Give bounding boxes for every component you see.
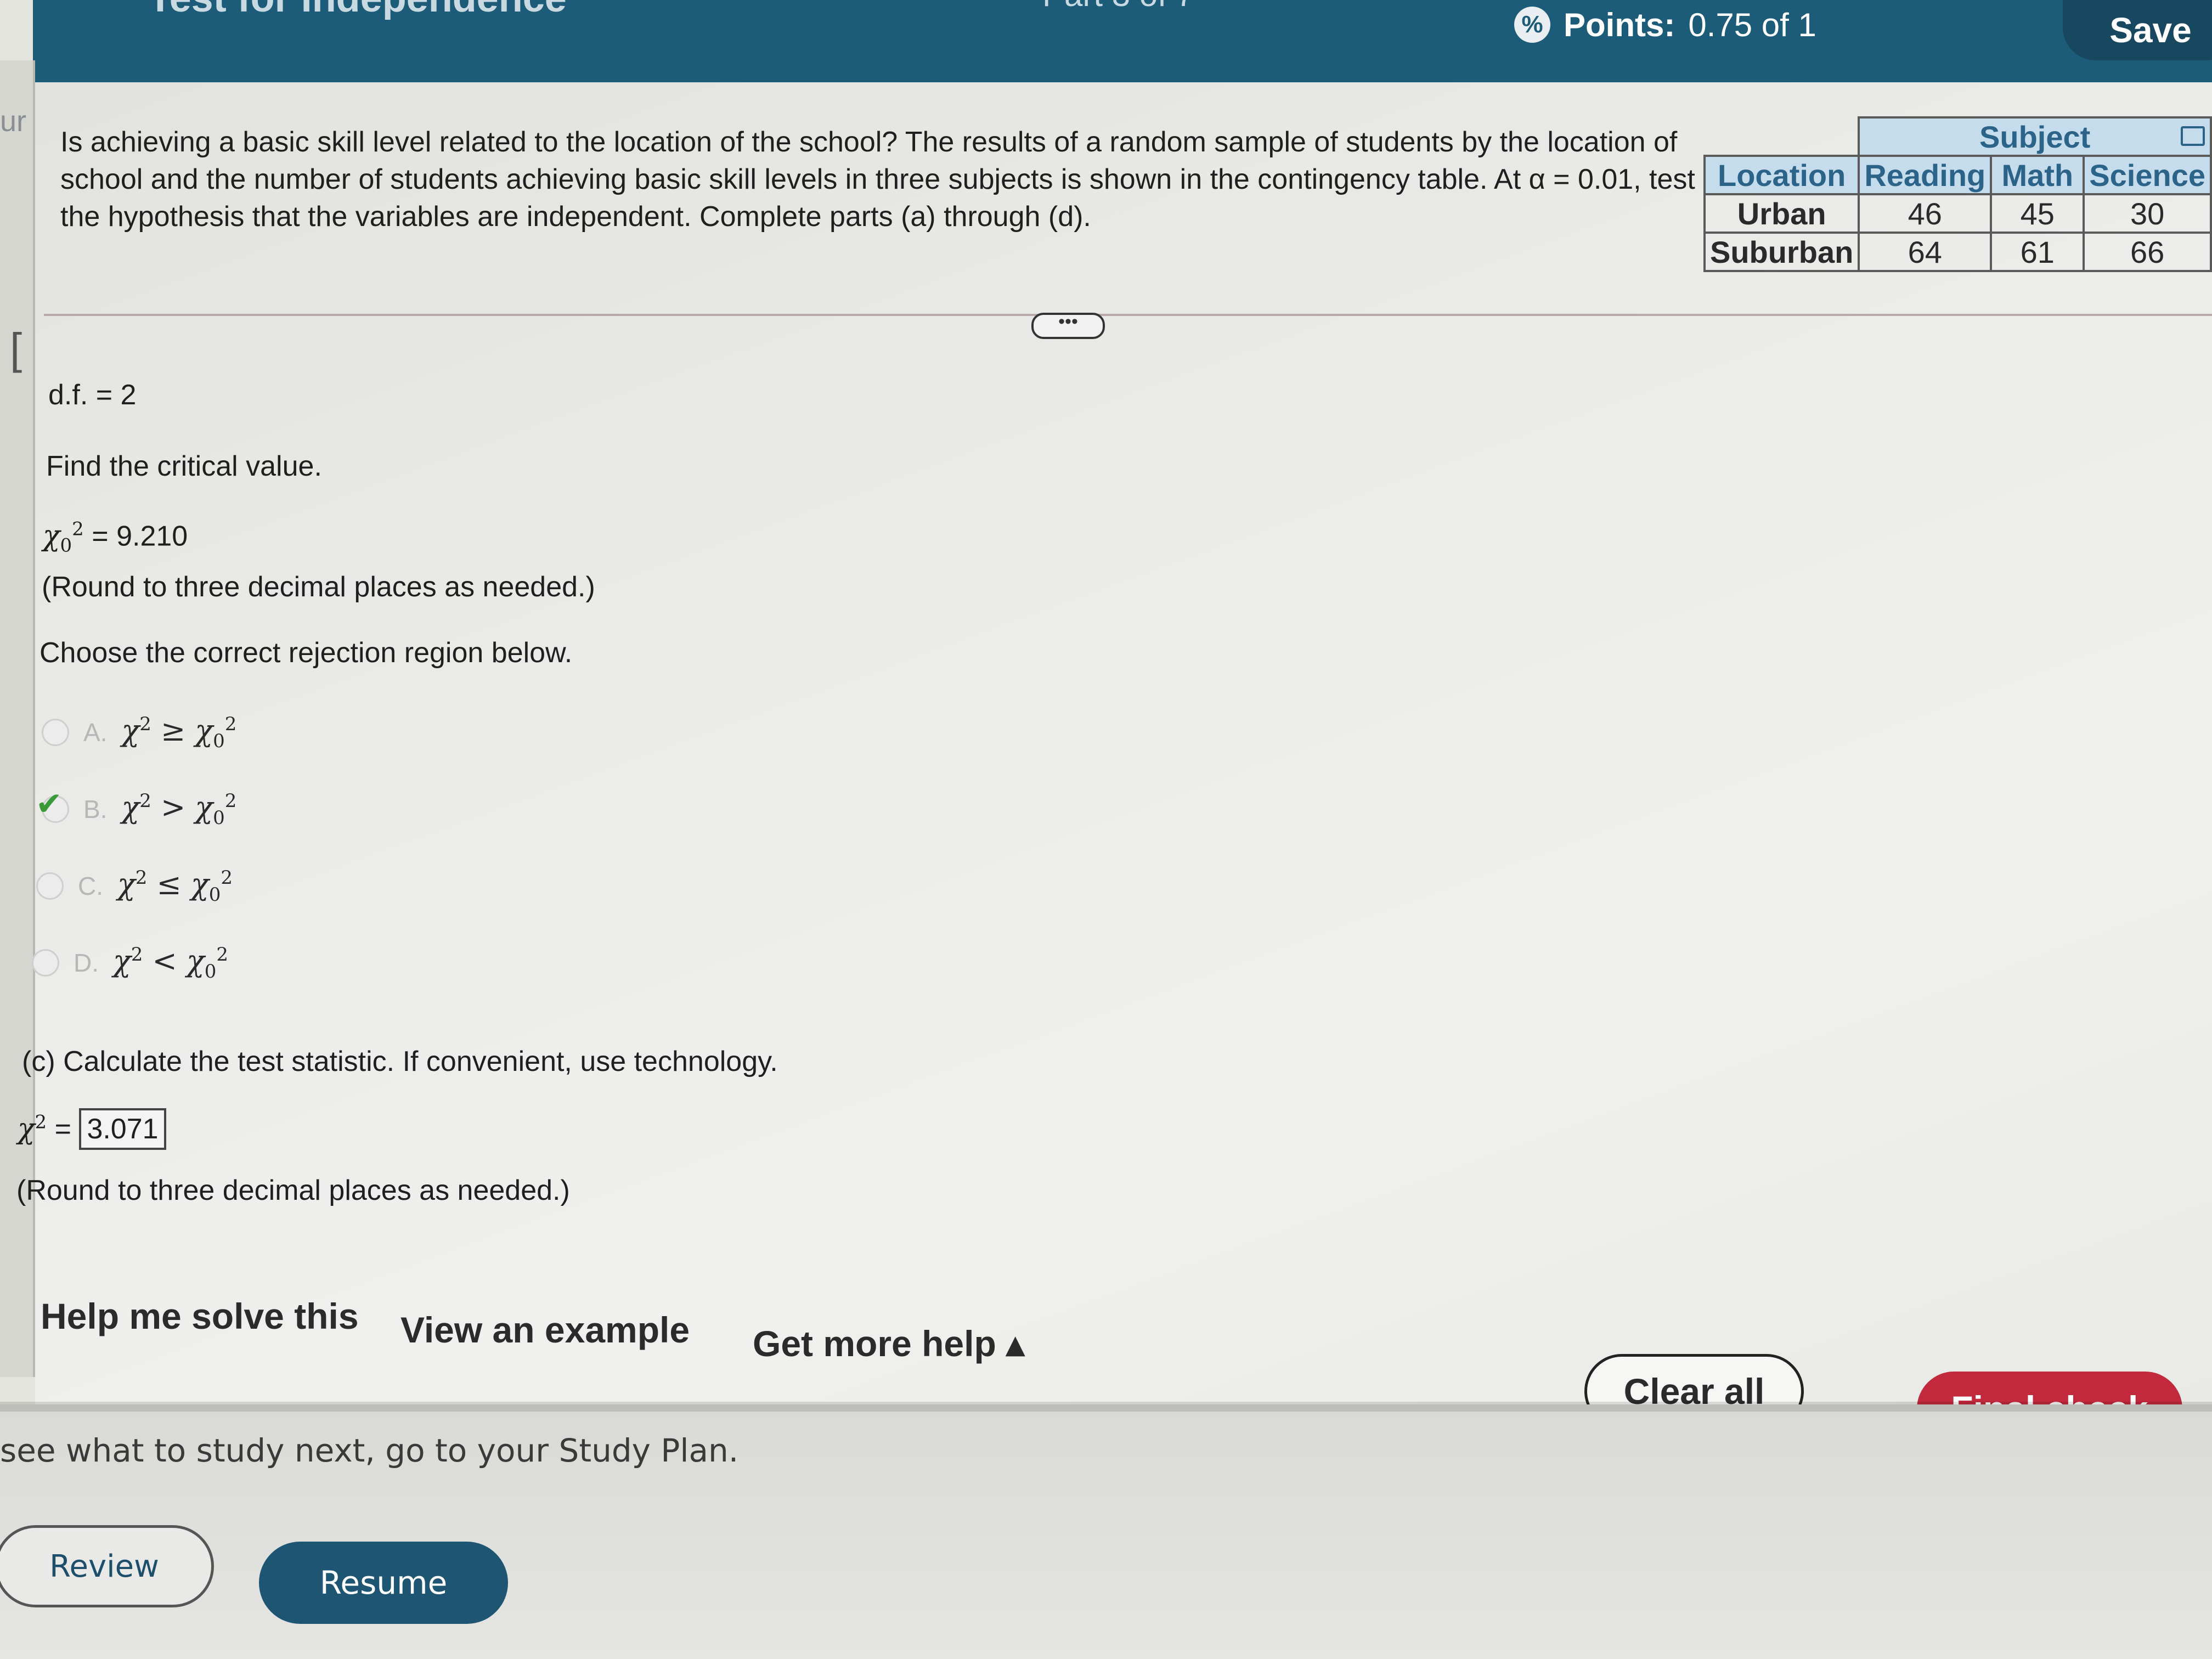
question-panel (35, 82, 2212, 1415)
part-indicator: Part 3 of 7 (1042, 0, 1194, 14)
rejection-prompt: Choose the correct rejection region belo… (40, 637, 573, 669)
chi-square-critical-symbol: χ02 (43, 518, 84, 557)
option-a-relation: ≥ (161, 713, 186, 748)
panel-shadow (0, 1402, 2212, 1412)
option-d-expression: χ2 < χ02 (113, 944, 228, 983)
option-c-expression: χ2 ≤ χ02 (117, 867, 233, 906)
save-button[interactable]: Save (2063, 0, 2212, 60)
option-c-letter: C. (78, 872, 103, 901)
contingency-table: Subject Location Reading Math Science Ur… (1703, 116, 2212, 272)
option-a-expression: χ2 ≥ χ02 (121, 713, 237, 752)
table-corner (1705, 117, 1859, 156)
critical-prompt: Find the critical value. (46, 450, 322, 482)
option-b-expression: χ2 > χ02 (121, 790, 237, 829)
get-more-help-link[interactable]: Get more help ▴ (749, 1322, 1028, 1365)
option-b-letter: B. (83, 795, 108, 824)
top-header-bar: Test for Independence Part 3 of 7 % Poin… (33, 0, 2212, 82)
equals-sign: = (54, 1113, 71, 1145)
critical-value: 9.210 (116, 520, 188, 552)
table-row-label: Urban (1703, 193, 1860, 234)
table-cell: 61 (1990, 232, 2085, 272)
option-d-letter: D. (74, 949, 99, 978)
expand-table-icon[interactable] (2181, 126, 2205, 146)
test-statistic-line: χ2 = 3.071 (18, 1108, 166, 1150)
table-row: Suburban 64 61 66 (1703, 232, 2212, 272)
question-text: Is achieving a basic skill level related… (60, 126, 1695, 233)
option-d-relation: < (152, 944, 177, 978)
table-row: Urban 46 45 30 (1703, 193, 2212, 234)
table-row-header: Location (1703, 155, 1860, 195)
left-frame-label: ur (0, 105, 27, 138)
review-button[interactable]: Review (0, 1525, 214, 1607)
table-cell: 45 (1990, 193, 2085, 234)
left-bracket-icon: [ (10, 324, 22, 373)
table-col-header: Science (2083, 155, 2212, 195)
show-more-button[interactable]: ••• (1031, 312, 1105, 339)
table-col-header: Reading (1858, 155, 1993, 195)
check-mark-icon: ✔ (36, 786, 63, 822)
option-c-relation: ≤ (156, 867, 182, 901)
test-statistic-input[interactable]: 3.071 (79, 1108, 166, 1150)
view-example-link[interactable]: View an example (397, 1308, 693, 1351)
assignment-title: Test for Independence (148, 0, 567, 21)
points-label: Points: (1564, 6, 1675, 43)
equals-sign: = (92, 520, 109, 552)
points-icon: % (1514, 7, 1550, 43)
option-d-radio[interactable] (32, 949, 59, 977)
points-value: 0.75 of 1 (1688, 6, 1816, 43)
help-me-solve-link[interactable]: Help me solve this (37, 1295, 362, 1338)
option-a-letter: A. (83, 718, 108, 747)
option-b[interactable]: ✔ B. χ2 > χ02 (36, 786, 237, 829)
option-b-radio[interactable]: ✔ (36, 786, 69, 823)
section-divider (44, 314, 2212, 316)
points-display: % Points: 0.75 of 1 (1514, 0, 1816, 49)
part-c-prompt: (c) Calculate the test statistic. If con… (22, 1046, 778, 1077)
option-b-relation: > (161, 790, 186, 825)
part-c-round-note: (Round to three decimal places as needed… (16, 1175, 570, 1206)
table-cell: 46 (1858, 193, 1993, 234)
option-c[interactable]: C. χ2 ≤ χ02 (36, 867, 233, 906)
table-row-label: Suburban (1703, 232, 1860, 272)
table-col-header: Math (1990, 155, 2085, 195)
option-a-radio[interactable] (42, 719, 69, 747)
option-a[interactable]: A. χ2 ≥ χ02 (42, 713, 236, 752)
option-c-radio[interactable] (36, 872, 64, 900)
resume-button[interactable]: Resume (259, 1542, 508, 1624)
critical-round-note: (Round to three decimal places as needed… (42, 571, 595, 603)
df-line: d.f. = 2 (48, 379, 136, 411)
option-d[interactable]: D. χ2 < χ02 (32, 944, 228, 983)
df-value: 2 (120, 379, 137, 411)
table-group-header: Subject (1858, 116, 2212, 157)
table-cell: 66 (2083, 232, 2212, 272)
study-plan-text: see what to study next, go to your Study… (0, 1432, 739, 1469)
table-cell: 30 (2083, 193, 2212, 234)
table-cell: 64 (1858, 232, 1993, 272)
chi-square-symbol: χ2 (18, 1111, 47, 1146)
critical-value-line: χ02 = 9.210 (43, 518, 188, 557)
df-label: d.f. = (48, 379, 113, 411)
